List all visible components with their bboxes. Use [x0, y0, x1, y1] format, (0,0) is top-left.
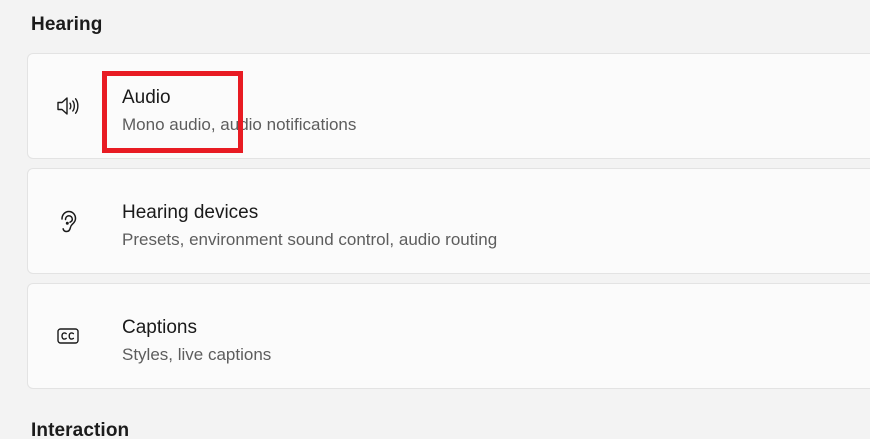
captions-card-title: Captions	[122, 317, 197, 338]
audio-card-title: Audio	[122, 87, 171, 108]
speaker-icon	[55, 93, 81, 119]
ear-icon	[55, 208, 81, 234]
audio-card-subtitle: Mono audio, audio notifications	[122, 115, 357, 134]
section-header-hearing: Hearing	[31, 14, 103, 35]
audio-settings-card[interactable]: Audio Mono audio, audio notifications	[27, 53, 870, 159]
hearing-devices-card-subtitle: Presets, environment sound control, audi…	[122, 230, 498, 249]
cc-icon	[55, 323, 81, 349]
hearing-devices-card-title: Hearing devices	[122, 202, 259, 223]
captions-card[interactable]: Captions Styles, live captions	[27, 283, 870, 389]
section-header-interaction: Interaction	[31, 420, 130, 439]
accessibility-settings-page: Hearing Audio Mono audio, audio notifica…	[0, 0, 870, 439]
captions-card-subtitle: Styles, live captions	[122, 345, 272, 364]
hearing-devices-card[interactable]: Hearing devices Presets, environment sou…	[27, 168, 870, 274]
